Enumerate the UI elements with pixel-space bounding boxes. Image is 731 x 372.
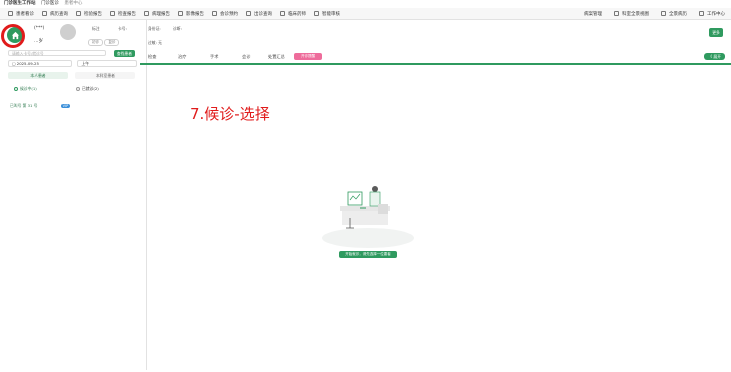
find-patient-button[interactable]: 查找患者 xyxy=(113,50,135,57)
list-icon xyxy=(42,11,47,16)
period-select[interactable]: 上午 xyxy=(77,60,138,67)
visit-pills: 初诊 复诊 xyxy=(88,39,120,46)
tab-consult[interactable]: 会诊 xyxy=(242,54,250,60)
highlight-circle xyxy=(1,24,25,48)
card-label: 卡号: xyxy=(118,26,127,31)
menu-exam[interactable]: 检查报告 xyxy=(110,11,136,17)
menu-imaging[interactable]: 影像报告 xyxy=(178,11,204,17)
patient-name: (***) xyxy=(34,26,45,31)
patient-list-item[interactable]: 已叫号 第 31 号 VIP xyxy=(10,103,140,109)
menu-dept-view[interactable]: 科室全景视图 xyxy=(614,11,649,17)
module-title[interactable]: 门诊医诊 xyxy=(41,0,59,8)
identity-label: 身份证: xyxy=(148,26,161,31)
menu-patient[interactable]: 患者看诊 xyxy=(8,11,34,17)
menu-workcenter[interactable]: 工作中心 xyxy=(699,11,725,17)
date-field[interactable]: ▢ 2025-09-25 xyxy=(8,60,72,67)
doctor-desk-illustration xyxy=(322,186,414,248)
visit-badge: 初诊 xyxy=(88,39,103,46)
radio-waiting[interactable]: 候诊中(1) xyxy=(14,86,37,91)
queue-filter: 候诊中(1) 已就诊(2) xyxy=(14,86,144,92)
review-icon xyxy=(314,11,319,16)
chart-icon xyxy=(144,11,149,16)
patient-scope-tabs: 本人患者 本科室患者 xyxy=(8,72,140,79)
menu-case-mgmt[interactable]: 病案管理 xyxy=(584,11,602,17)
menu-record[interactable]: 病历查询 xyxy=(42,11,68,17)
menu-pharmacist[interactable]: 临床药师 xyxy=(280,11,306,17)
vip-badge: VIP xyxy=(60,104,71,108)
clinic-icon xyxy=(280,11,285,16)
tab-summary[interactable]: 处置汇总 xyxy=(268,54,285,60)
expand-button[interactable]: 《 展开 xyxy=(704,53,725,60)
more-button[interactable]: 更多 xyxy=(709,28,723,37)
calendar-icon xyxy=(246,11,251,16)
tab-surgery[interactable]: 手术 xyxy=(210,54,218,60)
menu-panorama[interactable]: 全景病历 xyxy=(661,11,687,17)
grid-icon xyxy=(661,11,666,16)
consult-icon xyxy=(212,11,217,16)
panel-icon xyxy=(614,11,619,16)
tab-bar: 检查 治疗 手术 会诊 处置汇总 开诊提醒 《 展开 xyxy=(140,51,731,65)
step-annotation: 7.候诊-选择 xyxy=(190,105,270,123)
flag-badge: 复诊 xyxy=(104,39,120,46)
menu-schedule[interactable]: 出诊查询 xyxy=(246,11,272,17)
lab-icon xyxy=(76,11,81,16)
tab-my-patients[interactable]: 本人患者 xyxy=(8,72,68,79)
menu-audit[interactable]: 智能审核 xyxy=(314,11,340,17)
start-visit-button[interactable]: 开始就诊，请先选择一位患者 xyxy=(339,251,397,258)
menu-bar: 患者看诊 病历查询 检验报告 检查报告 病理报告 影像报告 会诊预约 出诊查询 … xyxy=(0,8,731,20)
menu-consult[interactable]: 会诊预约 xyxy=(212,11,238,17)
tab-reminder[interactable]: 开诊提醒 xyxy=(294,53,322,60)
search-input[interactable]: 请输入卡号/就诊号 xyxy=(8,50,106,56)
list-item-text: 已叫号 第 31 号 xyxy=(10,103,38,108)
tab-exam[interactable]: 检查 xyxy=(148,54,156,60)
user-icon xyxy=(8,11,13,16)
menu-lab[interactable]: 检验报告 xyxy=(76,11,102,17)
app-title: 门诊医生工作站 xyxy=(4,1,36,6)
menu-pathology[interactable]: 病理报告 xyxy=(144,11,170,17)
tab-treatment[interactable]: 治疗 xyxy=(178,54,186,60)
radio-done[interactable]: 已就诊(2) xyxy=(76,86,99,91)
radio-off-icon xyxy=(76,87,80,91)
patient-age: …岁 xyxy=(34,39,43,44)
sub-title[interactable]: 患者中心 xyxy=(64,0,82,8)
date-row: ▢ 2025-09-25 上午 xyxy=(8,60,140,67)
radio-on-icon xyxy=(14,87,18,91)
allergy-row: 过敏: 无 xyxy=(148,40,162,45)
tab-dept-patients[interactable]: 本科室患者 xyxy=(75,72,136,79)
work-icon xyxy=(699,11,704,16)
image-icon xyxy=(178,11,183,16)
warning-icon xyxy=(110,11,115,16)
avatar xyxy=(60,24,76,40)
gender-label: 标注 xyxy=(92,26,100,31)
patient-info: 标注 卡号: 身份证: 诊断: 初诊 复诊 过敏: 无 xyxy=(88,20,731,50)
search-row: 请输入卡号/就诊号 查找患者 xyxy=(8,50,135,57)
menu-right: 病案管理 科室全景视图 全景病历 工作中心 xyxy=(572,8,725,19)
diagnosis-label: 诊断: xyxy=(173,26,182,31)
